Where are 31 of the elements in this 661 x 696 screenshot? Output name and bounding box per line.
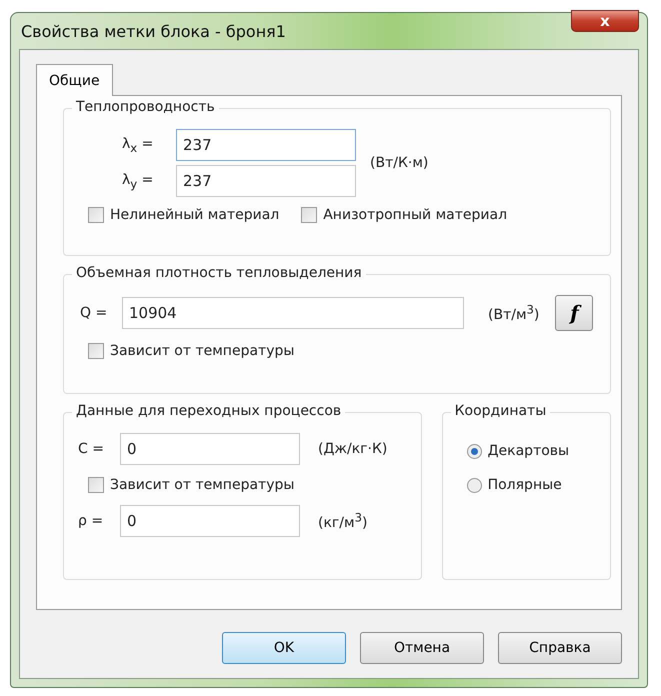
group-title: Теплопроводность [72, 99, 219, 115]
tab[interactable]: Общие [36, 64, 113, 96]
input-field[interactable]: 0 [120, 505, 300, 537]
unit-label: (Дж/кг·К) [318, 441, 388, 457]
window-title: Свойства метки блока - броня1 [20, 22, 286, 40]
unit-label: (Вт/м$^{3}$) [488, 302, 540, 324]
checkbox[interactable]: Анизотропный материал [301, 207, 508, 223]
dialog-button[interactable]: OK [222, 632, 346, 664]
unit-label: (кг/м$^{3}$) [318, 510, 368, 532]
field-label: λ$_{y}$ = [122, 172, 154, 190]
checkbox[interactable]: Зависит от температуры [88, 343, 596, 359]
input-field[interactable]: 0 [120, 433, 300, 465]
dialog-button[interactable]: Справка [498, 632, 622, 664]
radio-button[interactable]: Декартовы [466, 443, 596, 459]
field-label: Q = [80, 305, 108, 321]
field-label: C = [78, 441, 105, 457]
group-title: Данные для переходных процессов [72, 403, 346, 419]
close-button[interactable]: x [571, 10, 639, 32]
checkbox[interactable]: Зависит от температуры [88, 477, 407, 493]
dialog-button[interactable]: Отмена [360, 632, 484, 664]
function-button[interactable]: f [555, 295, 594, 331]
input-field[interactable]: 237 [176, 165, 356, 197]
input-field[interactable]: 237 [176, 129, 356, 161]
unit-label: (Вт/К·м) [370, 155, 428, 171]
field-label: λ$_{x}$ = [122, 136, 154, 154]
field-label: ρ = [78, 513, 104, 529]
group-title: Координаты [450, 403, 550, 419]
input-field[interactable]: 10904 [122, 297, 464, 329]
radio-button[interactable]: Полярные [466, 477, 596, 493]
group-title: Объемная плотность тепловыделения [72, 265, 366, 281]
checkbox[interactable]: Нелинейный материал [88, 207, 280, 223]
